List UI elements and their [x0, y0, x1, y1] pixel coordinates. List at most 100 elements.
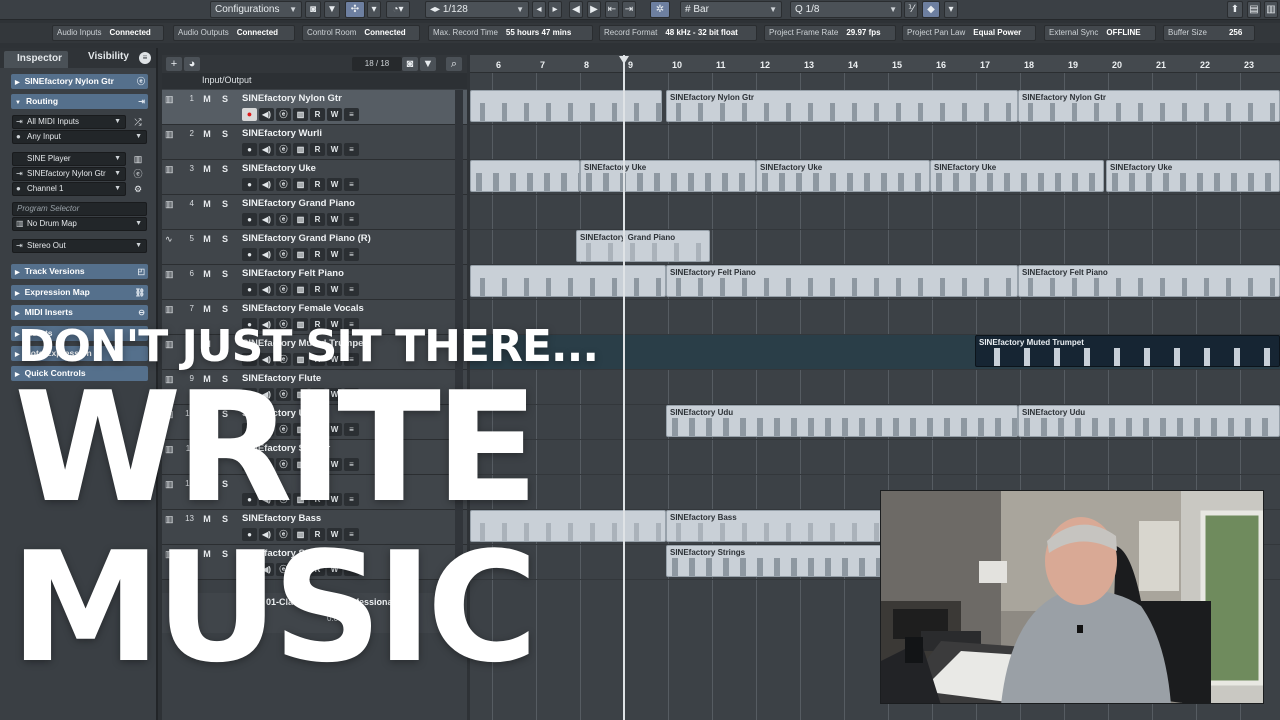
mute-button[interactable]: M [200, 268, 214, 280]
midi-part-nylon-gtr[interactable]: SINEfactory Nylon Gtr [666, 90, 1018, 122]
chevron-down-icon[interactable]: ▾ [944, 1, 958, 18]
read-automation-button[interactable]: R [310, 213, 325, 226]
edit-instrument-button[interactable]: ⓔ [276, 213, 291, 226]
status-pan-law[interactable]: Project Pan Law Equal Power [902, 25, 1036, 41]
monitor-button[interactable]: ◀) [259, 213, 274, 226]
settings-icon[interactable]: ⚙ [130, 182, 146, 196]
track-name[interactable]: SINEfactory Wurli [242, 128, 322, 139]
status-frame-rate[interactable]: Project Frame Rate 29.97 fps [764, 25, 896, 41]
midi-part-felt-piano[interactable]: SINEfactory Felt Piano [666, 265, 1018, 297]
filter-icon[interactable]: ▼ [420, 57, 436, 71]
keyboard-button[interactable]: ▥ [293, 108, 308, 121]
configurations-dropdown[interactable]: Configurations ▼ [210, 1, 302, 18]
midi-part-uke[interactable]: SINEfactory Uke [580, 160, 756, 192]
midi-part-uke[interactable]: SINEfactory Uke [1106, 160, 1280, 192]
output-track-select[interactable]: ⇥ SINEfactory Nylon Gtr ▼ [12, 167, 126, 181]
stereo-out-select[interactable]: ⇥ Stereo Out ▼ [12, 239, 147, 253]
keyboard-button[interactable]: ▥ [293, 248, 308, 261]
snap-icon[interactable]: ✲ [650, 1, 670, 18]
nudge-left-icon[interactable]: ◂ [532, 1, 546, 18]
snap-mode-icon[interactable]: ✣ [345, 1, 365, 18]
track-row[interactable]: ▥ 1 M S SINEfactory Nylon Gtr ● ◀) ⓔ ▥ R W ≡ [162, 90, 467, 125]
track-lane[interactable] [470, 370, 1280, 405]
track-name[interactable]: SINEfactory Uke [242, 163, 316, 174]
bar-ruler[interactable]: 6 7 8 9 10 11 12 13 14 15 16 17 18 19 20 21 22 23 [470, 55, 1280, 73]
lanes-button[interactable]: ≡ [344, 248, 359, 261]
midi-part-udu[interactable]: SINEfactory Udu [666, 405, 1018, 437]
keyboard-button[interactable]: ▥ [293, 213, 308, 226]
read-automation-button[interactable]: R [310, 283, 325, 296]
edit-instrument-button[interactable]: ⓔ [276, 283, 291, 296]
camera-icon[interactable]: ◙ [305, 1, 321, 18]
record-button[interactable]: ● [242, 248, 257, 261]
status-audio-inputs[interactable]: Audio Inputs Connected [52, 25, 164, 41]
midi-part-felt-piano[interactable]: SINEfactory Felt Piano [1018, 265, 1280, 297]
lanes-button[interactable]: ≡ [344, 283, 359, 296]
section-track-versions[interactable]: ▶ Track Versions ◰ [11, 264, 148, 279]
drum-map-select[interactable]: ▥ No Drum Map ▼ [12, 217, 147, 231]
write-automation-button[interactable]: W [327, 178, 342, 191]
speaker-icon[interactable]: ◔▾ [386, 1, 410, 18]
keyboard-button[interactable]: ▥ [293, 178, 308, 191]
edit-instrument-button[interactable]: ⓔ [276, 178, 291, 191]
read-automation-button[interactable]: R [310, 108, 325, 121]
cloud-upload-icon[interactable]: ⬆ [1227, 1, 1243, 18]
read-automation-button[interactable]: R [310, 178, 325, 191]
midi-part-muted-trumpet[interactable]: SINEfactory Muted Trumpet [975, 335, 1280, 367]
keyboard-icon[interactable]: ▥ [130, 152, 146, 166]
track-row[interactable]: ▥ 6 M S SINEfactory Felt Piano ● ◀) ⓔ ▥ R W ≡ [162, 265, 467, 300]
midi-input-select[interactable]: ⇥ All MIDI Inputs ▼ [12, 115, 126, 129]
mute-button[interactable]: M [200, 128, 214, 140]
quantize-preset-dropdown[interactable]: Q 1/8 ▼ [790, 1, 902, 18]
status-buffer-size[interactable]: Buffer Size 256 [1163, 25, 1255, 41]
mute-button[interactable]: M [200, 198, 214, 210]
read-automation-button[interactable]: R [310, 143, 325, 156]
monitor-button[interactable]: ◀) [259, 178, 274, 191]
track-lane[interactable] [470, 125, 1280, 160]
edit-instrument-icon[interactable]: ⓔ [130, 167, 146, 181]
midi-part-nylon-gtr[interactable]: SINEfactory Nylon Gtr [1018, 90, 1280, 122]
status-record-format[interactable]: Record Format 48 kHz - 32 bit float [599, 25, 757, 41]
midi-part-nylon-gtr[interactable] [470, 90, 662, 122]
status-control-room[interactable]: Control Room Connected [302, 25, 420, 41]
track-row[interactable]: ▥ 3 M S SINEfactory Uke ● ◀) ⓔ ▥ R W ≡ [162, 160, 467, 195]
track-row[interactable]: ▥ 4 M S SINEfactory Grand Piano ● ◀) ⓔ ▥ R W ≡ [162, 195, 467, 230]
lanes-button[interactable]: ≡ [344, 178, 359, 191]
solo-button[interactable]: S [218, 233, 232, 245]
midi-part-uke[interactable]: SINEfactory Uke [756, 160, 930, 192]
track-lane[interactable] [470, 195, 1280, 230]
expand-icon[interactable]: ⇤ [605, 1, 619, 18]
track-lane[interactable] [470, 440, 1280, 475]
solo-button[interactable]: S [218, 163, 232, 175]
status-audio-outputs[interactable]: Audio Outputs Connected [173, 25, 295, 41]
record-button[interactable]: ● [242, 178, 257, 191]
section-routing[interactable]: ▼ Routing ⇥ [11, 94, 148, 109]
edit-instrument-button[interactable]: ⓔ [276, 108, 291, 121]
record-button[interactable]: ● [242, 213, 257, 226]
midi-part-grand-piano[interactable]: SINEfactory Grand Piano [576, 230, 710, 262]
monitor-button[interactable]: ◀) [259, 283, 274, 296]
keyboard-button[interactable]: ▥ [293, 283, 308, 296]
grid-type-dropdown[interactable]: # Bar ▼ [680, 1, 782, 18]
input-select[interactable]: ● Any Input ▼ [12, 130, 147, 144]
instrument-select[interactable]: SINE Player ▼ [12, 152, 126, 166]
track-name[interactable]: SINEfactory Felt Piano [242, 268, 344, 279]
folder-track-input-output[interactable]: Input/Output [162, 73, 467, 89]
track-name[interactable]: SINEfactory Grand Piano [242, 198, 355, 209]
track-row[interactable]: ▥ 2 M S SINEfactory Wurli ● ◀) ⓔ ▥ R W ≡ [162, 125, 467, 160]
write-automation-button[interactable]: W [327, 143, 342, 156]
inspector-track-name[interactable]: ▶ SINEfactory Nylon Gtr ⓔ [11, 74, 148, 89]
track-name[interactable]: SINEfactory Nylon Gtr [242, 93, 342, 104]
midi-part-felt-piano[interactable] [470, 265, 666, 297]
lanes-button[interactable]: ≡ [344, 143, 359, 156]
mute-button[interactable]: M [200, 303, 214, 315]
nudge-right-icon[interactable]: ▸ [548, 1, 562, 18]
midi-part-udu[interactable]: SINEfactory Udu [1018, 405, 1280, 437]
search-icon[interactable]: ⌕ [446, 57, 462, 71]
solo-button[interactable]: S [218, 93, 232, 105]
write-automation-button[interactable]: W [327, 248, 342, 261]
project-cursor[interactable] [623, 55, 625, 720]
funnel-icon[interactable]: ▼ [324, 1, 340, 18]
add-track-icon[interactable]: + [166, 57, 182, 71]
edit-instrument-button[interactable]: ⓔ [276, 248, 291, 261]
